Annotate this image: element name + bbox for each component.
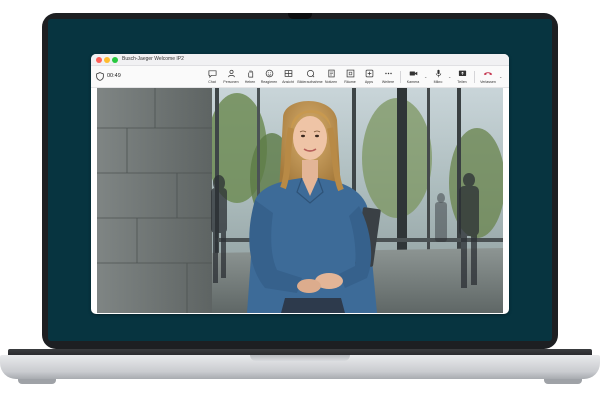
title-bar: Busch-Jaeger Welcome IP2 [91, 54, 509, 66]
laptop-stage: Busch-Jaeger Welcome IP2 00:49 Chat Pers… [0, 0, 600, 400]
share-icon [458, 70, 466, 77]
leave-icon [483, 72, 493, 76]
camera-options-chevron-icon[interactable]: ⌄ [424, 74, 427, 79]
shield-icon [96, 72, 104, 81]
call-timer: 00:49 [107, 73, 121, 79]
rooms-button[interactable]: Räume [340, 68, 360, 87]
laptop-foot-left [18, 379, 56, 384]
camera-icon [409, 71, 417, 76]
people-icon [227, 69, 235, 78]
toolbar-divider [400, 71, 401, 83]
meeting-window: Busch-Jaeger Welcome IP2 00:49 Chat Pers… [91, 54, 509, 314]
chat-icon [208, 70, 216, 78]
mic-options-chevron-icon[interactable]: ⌄ [448, 74, 451, 79]
react-button[interactable]: Reagieren [259, 68, 279, 87]
camera-button[interactable]: Kamera [403, 68, 423, 87]
leave-button[interactable]: Verlassen [478, 68, 498, 87]
maximize-window-button[interactable] [112, 57, 118, 63]
video-feed [97, 88, 503, 313]
more-icon [384, 72, 392, 75]
laptop-opening-notch [250, 355, 350, 361]
emoji-icon [265, 69, 273, 78]
notes-button[interactable]: Notizen [321, 68, 341, 87]
share-button[interactable]: Teilen [452, 68, 472, 87]
rooms-icon [346, 69, 354, 78]
participant-video-image [97, 88, 503, 313]
camera-notch [288, 13, 312, 19]
raise-hand-icon [247, 70, 253, 78]
notes-icon [327, 69, 335, 78]
close-window-button[interactable] [96, 57, 102, 63]
toolbar-divider [474, 71, 475, 83]
view-button[interactable]: Ansicht [278, 68, 298, 87]
capture-button[interactable]: Bilderaufnahme [297, 68, 323, 87]
mic-button[interactable]: Mikro [428, 68, 448, 87]
minimize-window-button[interactable] [104, 57, 110, 63]
more-button[interactable]: Weitere [378, 68, 398, 87]
view-icon [284, 70, 292, 77]
capture-icon [306, 69, 314, 78]
meeting-toolbar: 00:49 Chat Personen Heben Reagieren Ansi… [91, 66, 509, 88]
raise-hand-button[interactable]: Heben [240, 68, 260, 87]
leave-options-chevron-icon[interactable]: ⌄ [499, 74, 502, 79]
people-button[interactable]: Personen [221, 68, 241, 87]
window-title: Busch-Jaeger Welcome IP2 [122, 56, 184, 62]
chat-button[interactable]: Chat [202, 68, 222, 87]
laptop-foot-right [544, 379, 582, 384]
apps-icon [365, 69, 373, 78]
apps-button[interactable]: Apps [359, 68, 379, 87]
mic-icon [435, 69, 441, 78]
